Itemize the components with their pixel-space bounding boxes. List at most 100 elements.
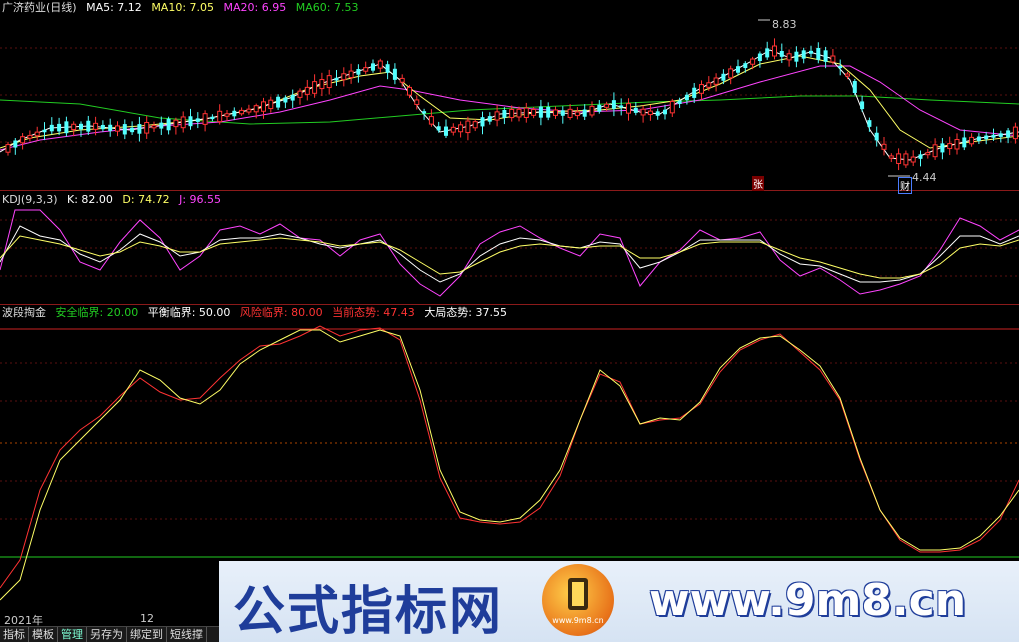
candle-body <box>480 117 485 127</box>
candle-body <box>64 121 69 134</box>
candle-body <box>626 103 631 114</box>
candle-body <box>407 86 412 96</box>
candle-body <box>647 110 653 116</box>
candle-body <box>57 123 62 132</box>
candle-body <box>414 99 420 105</box>
candle-body <box>918 154 923 159</box>
candle-body <box>472 121 478 129</box>
candle-body <box>757 53 762 62</box>
candle-body <box>319 79 325 90</box>
candle-body <box>151 125 157 129</box>
candle-body <box>13 140 18 148</box>
tab-manage[interactable]: 管理 <box>58 627 87 642</box>
candle-body <box>283 97 288 103</box>
candle-body <box>962 137 967 148</box>
ma5-line <box>0 49 1019 161</box>
candle-body <box>428 116 434 125</box>
candle-body <box>523 107 529 119</box>
candle-body <box>502 109 507 118</box>
candle-body <box>713 77 719 85</box>
candle-body <box>195 118 200 122</box>
candle-body <box>546 106 551 118</box>
kdj-d-line <box>0 235 1019 279</box>
candle-body <box>246 108 252 113</box>
wave-overall-line <box>0 329 1019 601</box>
candle-body <box>991 134 996 138</box>
candle-body <box>947 143 953 150</box>
candle-body <box>940 143 945 153</box>
candle-body <box>217 110 223 123</box>
tab-indicator[interactable]: 指标 <box>0 627 29 642</box>
candle-body <box>334 77 339 81</box>
candle-body <box>684 94 689 101</box>
candle-body <box>268 99 274 110</box>
candle-body <box>516 108 522 118</box>
candle-body <box>910 156 916 163</box>
candle-body <box>538 106 543 118</box>
candle-body <box>422 111 427 114</box>
candle-body <box>108 124 113 131</box>
candle-body <box>845 73 850 77</box>
candle-body <box>743 63 748 68</box>
tab-save-as[interactable]: 另存为 <box>87 627 127 642</box>
candle-body <box>560 110 565 116</box>
candle-body <box>860 101 865 110</box>
candle-body <box>1006 130 1011 138</box>
candle-body <box>611 100 616 109</box>
candle-body <box>5 144 11 153</box>
candle-body <box>852 81 857 93</box>
candle-body <box>984 135 989 140</box>
candle-body <box>553 109 558 116</box>
candle-body <box>487 116 492 122</box>
candle-body <box>663 109 667 115</box>
candle-body <box>86 120 91 132</box>
candlestick-series <box>5 38 1018 171</box>
candle-body <box>377 60 383 69</box>
tab-bind-to[interactable]: 绑定到 <box>127 627 167 642</box>
candle-body <box>173 119 179 128</box>
candle-body <box>823 50 828 62</box>
candle-body <box>881 143 887 150</box>
candle-body <box>79 123 83 130</box>
candle-body <box>180 116 186 129</box>
candle-body <box>115 125 120 132</box>
candle-body <box>20 136 26 144</box>
candle-body <box>597 104 602 112</box>
candle-body <box>830 55 836 63</box>
candle-body <box>210 116 215 120</box>
chart-canvas: 8.83 4.44 <box>0 18 1019 601</box>
ma10-line <box>0 55 1019 149</box>
candle-body <box>874 132 879 141</box>
candle-body <box>794 51 799 62</box>
candle-body <box>42 129 47 133</box>
candle-body <box>969 136 975 145</box>
candle-body <box>531 108 537 116</box>
candle-body <box>326 75 332 89</box>
candle-body <box>932 144 938 158</box>
candle-body <box>436 126 441 131</box>
tab-short-support[interactable]: 短线撑 <box>167 627 207 642</box>
date-axis: 2021年 12 <box>0 612 222 627</box>
candle-body <box>253 105 259 113</box>
candle-body <box>276 96 281 108</box>
candle-body <box>816 47 821 60</box>
candle-body <box>888 155 894 159</box>
candle-body <box>640 108 646 116</box>
candle-body <box>976 136 981 142</box>
tab-template[interactable]: 模板 <box>29 627 58 642</box>
watermark-banner: 公式指标网 www.9m8.cn www.9m8.cn <box>219 561 1019 642</box>
candle-body <box>838 65 843 69</box>
candle-body <box>925 152 931 156</box>
candle-body <box>71 123 77 131</box>
candle-body <box>809 50 813 54</box>
candle-body <box>574 111 580 117</box>
candle-body <box>224 113 230 117</box>
candle-body <box>363 67 369 72</box>
candle-body <box>122 124 127 135</box>
candle-body <box>385 64 390 73</box>
candle-body <box>49 124 54 132</box>
candle-body <box>954 139 960 150</box>
candle-body <box>669 100 675 114</box>
candle-body <box>261 101 266 112</box>
candle-body <box>144 121 150 134</box>
